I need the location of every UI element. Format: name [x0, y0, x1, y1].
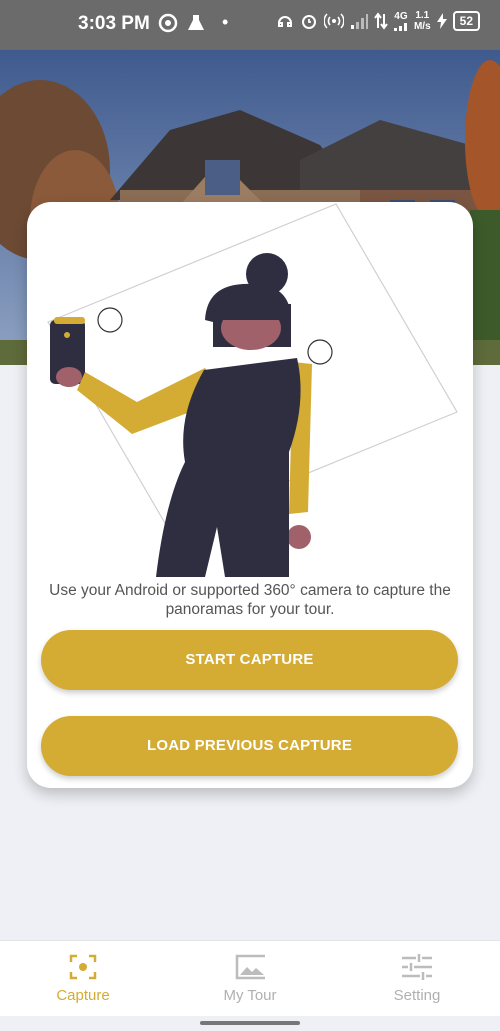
sliders-icon	[402, 954, 432, 980]
network-speed: 1.1 M/s	[413, 10, 431, 32]
data-transfer-icon	[374, 12, 388, 30]
charging-icon	[436, 13, 447, 29]
notification-dot: •	[222, 12, 229, 32]
nav-label-my-tour: My Tour	[223, 987, 277, 1004]
signal-icon	[350, 14, 368, 29]
signal-4g-icon	[393, 23, 407, 31]
nav-item-setting[interactable]: Setting	[334, 941, 500, 1017]
nav-label-setting: Setting	[393, 987, 441, 1004]
headset-icon	[277, 16, 292, 27]
capture-icon	[69, 954, 97, 980]
status-left-icons: •	[158, 12, 228, 33]
capture-description: Use your Android or supported 360° camer…	[49, 582, 451, 618]
hotspot-icon	[323, 13, 344, 29]
home-indicator[interactable]	[200, 1021, 300, 1025]
record-icon	[158, 13, 178, 32]
alarm-icon	[301, 15, 316, 29]
start-capture-button[interactable]: START CAPTURE	[41, 630, 458, 690]
status-time: 3:03 PM	[78, 13, 150, 34]
selfie-woman-illustration	[47, 203, 458, 577]
nav-label-capture: Capture	[56, 987, 110, 1004]
status-bar: 3:03 PM • 4G 1.1 M/s 52	[0, 0, 500, 50]
battery-level: 52	[452, 11, 480, 31]
system-gesture-bar	[0, 1016, 500, 1031]
status-right-icons: 4G 1.1 M/s 52	[276, 10, 480, 32]
nav-item-my-tour[interactable]: My Tour	[167, 941, 333, 1017]
load-previous-capture-button[interactable]: LOAD PREVIOUS CAPTURE	[41, 716, 458, 776]
nav-item-capture[interactable]: Capture	[0, 941, 166, 1017]
flask-icon	[188, 14, 204, 30]
network-type: 4G	[393, 11, 408, 31]
capture-card: Use your Android or supported 360° camer…	[27, 202, 473, 788]
bottom-navigation: Capture My Tour Setting	[0, 940, 500, 1017]
image-icon	[235, 954, 265, 980]
